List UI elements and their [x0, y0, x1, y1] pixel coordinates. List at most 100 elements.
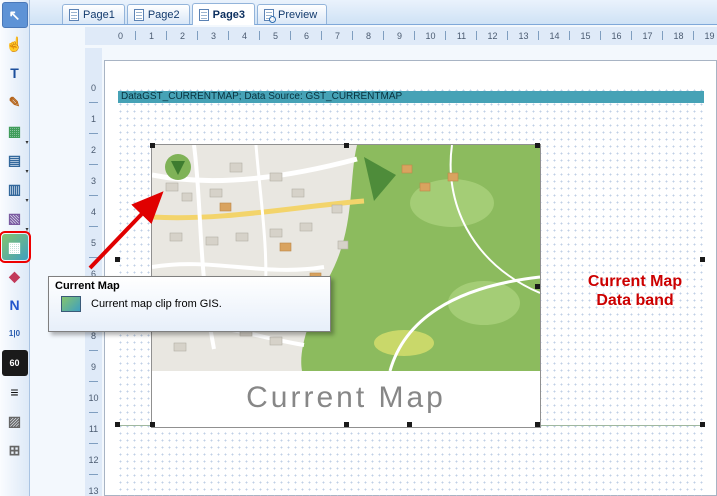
style-tool-icon: ◆ — [9, 269, 20, 283]
barcode-tool-button[interactable]: 1|0 — [2, 321, 28, 347]
cross-band-tool-icon: ▥ — [8, 182, 21, 196]
dropdown-arrow-icon[interactable]: ▾ — [25, 198, 28, 204]
rich-text-tool-button[interactable]: N — [2, 292, 28, 318]
image-tool-button[interactable]: ▦▾ — [2, 118, 28, 144]
report-designer-window: Page1Page2Page3Preview ↖☝T✎▦▾▤▾▥▾▧▾▦◆N1|… — [0, 0, 717, 496]
ruler-mark: 12 — [477, 27, 508, 45]
current-map-band-tool-icon: ▦ — [8, 240, 21, 254]
stripes-tool-icon: ≡ — [10, 385, 18, 399]
annotation-line1: Current Map — [552, 272, 717, 291]
style-tool-button[interactable]: ◆ — [2, 263, 28, 289]
component-handle[interactable] — [150, 143, 155, 148]
tab-preview[interactable]: Preview — [257, 4, 327, 24]
band-tool-button[interactable]: ▤▾ — [2, 147, 28, 173]
text-edit-tool-icon: T — [10, 66, 19, 80]
component-handle[interactable] — [535, 143, 540, 148]
ruler-mark: 16 — [601, 27, 632, 45]
tab-label: Page1 — [83, 9, 115, 21]
ruler-mark: 12 — [85, 444, 102, 475]
ruler-mark: 6 — [291, 27, 322, 45]
annotation-text: Current Map Data band — [552, 272, 717, 310]
ruler-mark: 14 — [539, 27, 570, 45]
tooltip: Current Map Current map clip from GIS. — [48, 276, 331, 332]
tab-label: Preview — [278, 9, 317, 21]
tab-page3[interactable]: Page3 — [192, 3, 255, 25]
ruler-mark: 11 — [85, 413, 102, 444]
page-icon — [199, 9, 209, 21]
current-map-band-tool-button[interactable]: ▦ — [2, 234, 28, 260]
ruler-mark: 15 — [570, 27, 601, 45]
dropdown-arrow-icon[interactable]: ▾ — [25, 169, 28, 175]
band-handle-bottom-center[interactable] — [407, 422, 412, 427]
select-tool-icon: ↖ — [9, 8, 21, 22]
linear-scale-tool-button[interactable]: 60 — [2, 350, 28, 376]
stripes-tool-button[interactable]: ≡ — [2, 379, 28, 405]
panel-tool-button[interactable]: ⊞ — [2, 437, 28, 463]
band-tool-icon: ▤ — [8, 153, 21, 167]
ruler-mark: 19 — [694, 27, 717, 45]
ruler-mark: 5 — [260, 27, 291, 45]
ruler-mark: 10 — [415, 27, 446, 45]
ruler-mark: 2 — [167, 27, 198, 45]
style-brush-tool-button[interactable]: ✎ — [2, 89, 28, 115]
component-handle[interactable] — [150, 422, 155, 427]
component-tool-icon: ▧ — [8, 211, 21, 225]
band-handle-bottom-right[interactable] — [700, 422, 705, 427]
chart-tool-icon: ▨ — [8, 414, 21, 428]
dropdown-arrow-icon[interactable]: ▾ — [25, 140, 28, 146]
component-handle[interactable] — [535, 422, 540, 427]
page-icon — [69, 9, 79, 21]
panel-tool-icon: ⊞ — [9, 443, 21, 457]
ruler-mark: 9 — [384, 27, 415, 45]
ruler-mark: 1 — [136, 27, 167, 45]
component-handle[interactable] — [344, 422, 349, 427]
annotation-line2: Data band — [552, 291, 717, 310]
ruler-mark: 10 — [85, 382, 102, 413]
current-map-icon — [61, 296, 81, 312]
style-brush-tool-icon: ✎ — [9, 95, 21, 109]
component-handle[interactable] — [535, 284, 540, 289]
ruler-mark: 2 — [85, 134, 102, 165]
band-handle-middle-right[interactable] — [700, 257, 705, 262]
ruler-mark: 0 — [105, 27, 136, 45]
ruler-mark: 8 — [353, 27, 384, 45]
tab-bar: Page1 Page2 Page3 Preview — [30, 0, 717, 25]
component-handle[interactable] — [344, 143, 349, 148]
ruler-mark: 9 — [85, 351, 102, 382]
hand-tool-icon: ☝ — [6, 37, 23, 51]
component-tool-button[interactable]: ▧▾ — [2, 205, 28, 231]
barcode-tool-icon: 1|0 — [9, 330, 20, 338]
tooltip-title: Current Map — [49, 277, 330, 293]
text-edit-tool-button[interactable]: T — [2, 60, 28, 86]
data-band-header[interactable]: DataGST_CURRENTMAP; Data Source: GST_CUR… — [118, 91, 704, 103]
ruler-mark: 7 — [322, 27, 353, 45]
ruler-horizontal: 012345678910111213141516171819 — [85, 27, 717, 45]
tab-label: Page2 — [148, 9, 180, 21]
map-caption: Current Map — [152, 373, 540, 427]
image-tool-icon: ▦ — [8, 124, 21, 138]
annotation-arrow — [78, 183, 178, 278]
chart-tool-button[interactable]: ▨ — [2, 408, 28, 434]
rich-text-tool-icon: N — [9, 298, 19, 312]
page-icon — [134, 9, 144, 21]
dropdown-arrow-icon[interactable]: ▾ — [25, 227, 28, 233]
map-image — [152, 145, 540, 371]
ruler-mark: 13 — [85, 475, 102, 496]
ruler-mark: 4 — [229, 27, 260, 45]
tab-page1[interactable]: Page1 — [62, 4, 125, 24]
ruler-mark: 17 — [632, 27, 663, 45]
hand-tool-button[interactable]: ☝ — [2, 31, 28, 57]
ruler-mark: 18 — [663, 27, 694, 45]
ruler-mark: 0 — [85, 72, 102, 103]
toolbar: ↖☝T✎▦▾▤▾▥▾▧▾▦◆N1|060≡▨⊞ — [0, 0, 30, 496]
ruler-mark: 3 — [198, 27, 229, 45]
band-handle-bottom-left[interactable] — [115, 422, 120, 427]
preview-icon — [264, 9, 274, 21]
ruler-mark: 1 — [85, 103, 102, 134]
cross-band-tool-button[interactable]: ▥▾ — [2, 176, 28, 202]
ruler-mark: 13 — [508, 27, 539, 45]
tab-page2[interactable]: Page2 — [127, 4, 190, 24]
tooltip-description: Current map clip from GIS. — [91, 298, 222, 310]
select-tool-button[interactable]: ↖ — [2, 2, 28, 28]
ruler-mark: 11 — [446, 27, 477, 45]
